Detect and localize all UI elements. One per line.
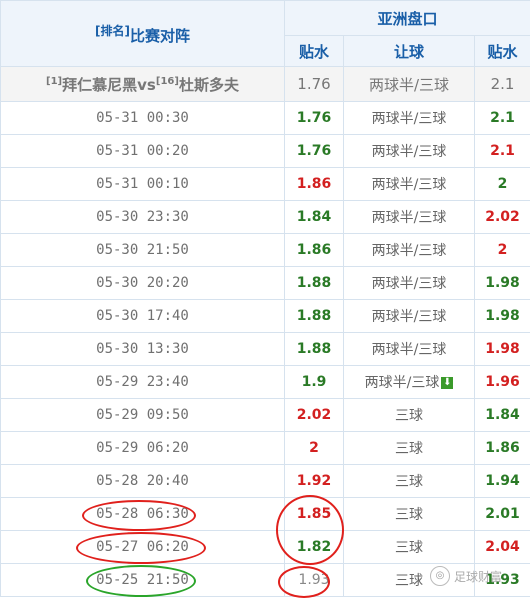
away-water: 1.86	[473, 431, 530, 465]
home-water: 1.85	[284, 497, 344, 531]
home-water: 2	[284, 431, 344, 465]
handicap-line: 两球半/三球	[343, 299, 475, 333]
home-water: 1.88	[284, 299, 344, 333]
away-water: 1.98	[473, 266, 530, 300]
change-time: 05-30 17:40	[0, 299, 285, 333]
handicap-line: 两球半/三球	[343, 134, 475, 168]
change-time: 05-29 06:20	[0, 431, 285, 465]
change-time: 05-30 20:20	[0, 266, 285, 300]
away-water: 2.04	[473, 530, 530, 564]
odds-row: 05-30 13:30 1.88 两球半/三球 1.98	[0, 332, 530, 366]
home-water: 1.84	[284, 200, 344, 234]
col-handicap: 让球	[343, 35, 475, 67]
odds-row: 05-31 00:20 1.76 两球半/三球 2.1	[0, 134, 530, 168]
match-name: [1]拜仁慕尼黑vs[16]杜斯多夫	[0, 66, 285, 102]
down-arrow-icon: ⬇	[441, 377, 454, 389]
odds-row: 05-28 06:30 1.85 三球 2.01	[0, 497, 530, 531]
home-water: 1.93	[284, 563, 344, 597]
home-water: 1.76	[284, 134, 344, 168]
watermark: ◎ 足球财富	[430, 566, 502, 586]
odds-row: 05-30 20:20 1.88 两球半/三球 1.98	[0, 266, 530, 300]
col-away-water: 贴水	[473, 35, 530, 67]
change-time: 05-29 09:50	[0, 398, 285, 432]
change-time: 05-30 21:50	[0, 233, 285, 267]
home-water: 2.02	[284, 398, 344, 432]
change-time: 05-31 00:10	[0, 167, 285, 201]
odds-row: 05-30 21:50 1.86 两球半/三球 2	[0, 233, 530, 267]
change-time: 05-30 23:30	[0, 200, 285, 234]
odds-row: 05-29 06:20 2 三球 1.86	[0, 431, 530, 465]
change-time: 05-28 06:30	[0, 497, 285, 531]
handicap-line: 三球	[343, 431, 475, 465]
away-water: 2.1	[473, 101, 530, 135]
change-time: 05-30 13:30	[0, 332, 285, 366]
odds-row: 05-27 06:20 1.82 三球 2.04	[0, 530, 530, 564]
change-time: 05-25 21:50	[0, 563, 285, 597]
odds-row: 05-29 09:50 2.02 三球 1.84	[0, 398, 530, 432]
odds-table: [排名]比赛对阵 亚洲盘口 贴水 让球 贴水 [1]拜仁慕尼黑vs[16]杜斯多…	[0, 0, 530, 597]
away-water: 1.84	[473, 398, 530, 432]
home-team: 拜仁慕尼黑	[62, 75, 138, 94]
odds-row: 05-31 00:30 1.76 两球半/三球 2.1	[0, 101, 530, 135]
match-title: 比赛对阵	[129, 26, 190, 45]
watermark-text: 足球财富	[454, 569, 503, 584]
rank-tag: [排名]	[95, 23, 130, 38]
handicap-line: 两球半/三球 ⬇	[343, 365, 475, 399]
away-water: 2.01	[473, 497, 530, 531]
home-water: 1.86	[284, 233, 344, 267]
away-water: 1.98	[473, 332, 530, 366]
home-water: 1.82	[284, 530, 344, 564]
handicap-line: 两球半/三球	[343, 167, 475, 201]
handicap-line: 两球半/三球	[343, 200, 475, 234]
odds-row: 05-28 20:40 1.92 三球 1.94	[0, 464, 530, 498]
initial-line: 两球半/三球	[343, 66, 475, 102]
handicap-line: 两球半/三球	[343, 266, 475, 300]
odds-row: 05-31 00:10 1.86 两球半/三球 2	[0, 167, 530, 201]
asian-handicap-title: 亚洲盘口	[283, 0, 530, 36]
handicap-line: 三球	[343, 398, 475, 432]
handicap-line: 两球半/三球	[343, 332, 475, 366]
home-water: 1.9	[284, 365, 344, 399]
change-time: 05-28 20:40	[0, 464, 285, 498]
away-water: 1.96	[473, 365, 530, 399]
change-time: 05-27 06:20	[0, 530, 285, 564]
initial-away-odds: 2.1	[473, 66, 530, 102]
away-water: 1.98	[473, 299, 530, 333]
away-water: 2.1	[473, 134, 530, 168]
handicap-line: 三球	[343, 497, 475, 531]
away-water: 2.02	[473, 200, 530, 234]
handicap-line: 两球半/三球	[343, 233, 475, 267]
odds-row: 05-29 23:40 1.9 两球半/三球 ⬇ 1.96	[0, 365, 530, 399]
home-water: 1.92	[284, 464, 344, 498]
home-water: 1.76	[284, 101, 344, 135]
home-water: 1.86	[284, 167, 344, 201]
handicap-line: 三球	[343, 530, 475, 564]
home-water: 1.88	[284, 266, 344, 300]
change-time: 05-31 00:20	[0, 134, 285, 168]
away-water: 2	[473, 167, 530, 201]
handicap-line: 三球	[343, 464, 475, 498]
odds-row: 05-30 17:40 1.88 两球半/三球 1.98	[0, 299, 530, 333]
away-team: 杜斯多夫	[178, 75, 239, 94]
odds-row: 05-30 23:30 1.84 两球半/三球 2.02	[0, 200, 530, 234]
home-water: 1.88	[284, 332, 344, 366]
match-row: [1]拜仁慕尼黑vs[16]杜斯多夫 1.76 两球半/三球 2.1	[0, 66, 530, 102]
away-water: 2	[473, 233, 530, 267]
match-header: [排名]比赛对阵	[0, 0, 285, 67]
change-time: 05-29 23:40	[0, 365, 285, 399]
handicap-line: 两球半/三球	[343, 101, 475, 135]
initial-home-odds: 1.76	[284, 66, 344, 102]
change-time: 05-31 00:30	[0, 101, 285, 135]
wechat-icon: ◎	[430, 566, 450, 586]
away-water: 1.94	[473, 464, 530, 498]
col-home-water: 贴水	[284, 35, 344, 67]
